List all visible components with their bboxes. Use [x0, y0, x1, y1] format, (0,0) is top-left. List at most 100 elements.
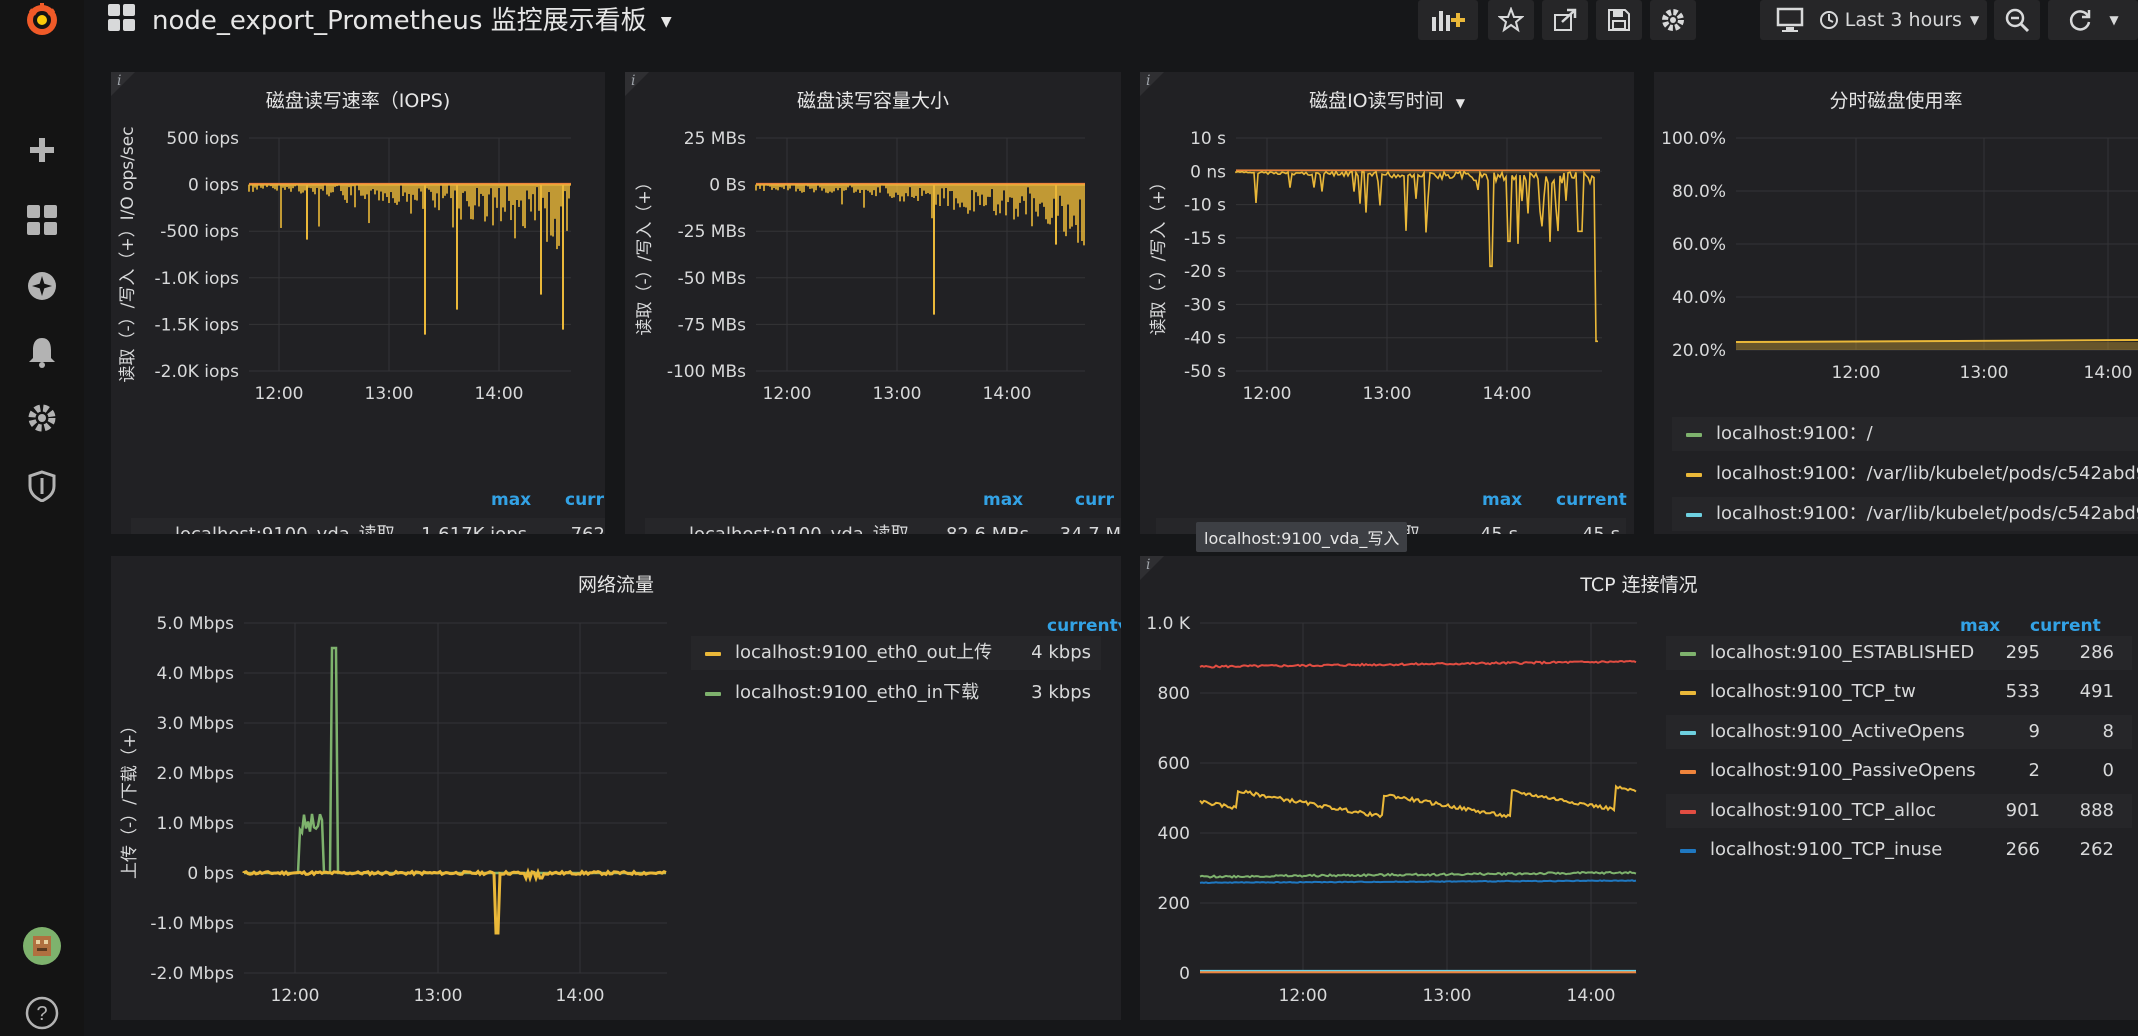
legend-color-swatch[interactable] [1686, 433, 1702, 437]
legend-row[interactable]: localhost:9100_eth0_in下载 3 kbps [691, 676, 1101, 710]
legend-column-header[interactable]: max [983, 490, 1023, 510]
legend-column-header[interactable]: curr [1075, 490, 1114, 510]
dashboard-title[interactable]: node_export_Prometheus 监控展示看板 ▼ [152, 0, 672, 37]
chart-tcp-connections[interactable]: 1.0 K 800 600 400 200 0 12:00 13:00 14:00 [1140, 556, 1660, 1020]
legend-row[interactable]: localhost:9100：/var/lib/kubelet/pods/c54… [1672, 457, 2138, 491]
legend-row[interactable]: localhost:9100：/var/lib/kubelet/pods/c54… [1672, 497, 2138, 531]
settings-button[interactable] [1650, 0, 1696, 40]
series-upload[interactable] [242, 867, 667, 935]
y-tick-label: -100 MBs [667, 362, 746, 382]
series-read[interactable] [755, 183, 1121, 340]
legend-series-name[interactable]: localhost:9100：/var/lib/kubelet/pods/c54… [1716, 457, 2138, 491]
legend-series-name[interactable]: localhost:9100：/var/lib/kubelet/pods/c54… [1716, 497, 2138, 531]
legend-color-swatch[interactable] [1680, 809, 1696, 814]
series-read[interactable] [1235, 169, 1600, 343]
legend-tcp-connections: max current localhost:9100_ESTABLISHED 295 2… [1666, 616, 2138, 876]
legend-row[interactable]: localhost:9100_PassiveOpens 2 0 [1666, 754, 2132, 788]
legend-series-name[interactable]: localhost:9100_TCP_inuse [1710, 833, 1942, 867]
series-tcp-alloc[interactable] [1199, 659, 1637, 669]
x-tick-label: 12:00 [1832, 363, 1881, 383]
series-tcp-tw[interactable] [1199, 784, 1637, 819]
panel-tcp-connections: i TCP 连接情况 1.0 K 800 600 400 200 0 12:00 13:00 1… [1140, 556, 2138, 1020]
legend-value-max: 45 s [1480, 518, 1518, 534]
add-panel-button[interactable] [1418, 0, 1478, 40]
y-tick-label: -500 iops [160, 222, 239, 242]
explore-icon[interactable] [22, 266, 62, 306]
legend-color-swatch[interactable] [1680, 849, 1696, 853]
y-tick-label: -1.5K iops [155, 315, 240, 335]
legend-row[interactable]: localhost:9100_ActiveOpens 9 8 [1666, 714, 2132, 749]
series-download[interactable] [244, 646, 666, 875]
legend-series-name[interactable]: localhost:9100_eth0_in下载 [735, 676, 979, 710]
legend-row[interactable]: localhost:9100_TCP_tw 533 491 [1666, 675, 2132, 709]
legend-column-header[interactable]: max [491, 490, 531, 510]
legend-color-swatch[interactable] [705, 652, 721, 656]
legend-series-name[interactable]: localhost:9100_vda_读取 [175, 518, 395, 534]
chart-disk-iops[interactable]: 500 iops 0 iops -500 iops -1.0K iops -1.5K i… [111, 72, 605, 412]
time-range-picker[interactable]: Last 3 hours ▼ [1811, 0, 1987, 40]
y-tick-label: -30 s [1184, 295, 1226, 315]
y-tick-label: 600 [1158, 754, 1190, 774]
series-line [1735, 339, 2138, 344]
x-tick-label: 14:00 [983, 384, 1032, 404]
x-tick-label: 14:00 [556, 986, 605, 1006]
legend-series-name[interactable]: localhost:9100_vda_读取 [689, 518, 909, 534]
plus-icon[interactable] [22, 130, 62, 170]
x-tick-label: 12:00 [1243, 384, 1292, 404]
share-button[interactable] [1542, 0, 1588, 40]
legend-row[interactable]: localhost:9100_vda_读取 1.617K iops 762 [131, 518, 605, 534]
zoom-out-button[interactable] [1994, 0, 2040, 40]
legend-series-name[interactable]: localhost:9100_ESTABLISHED [1710, 636, 1974, 670]
help-icon[interactable]: ? [22, 993, 62, 1033]
legend-row[interactable]: localhost:9100_TCP_alloc 901 888 [1666, 793, 2132, 828]
legend-color-swatch[interactable] [1680, 730, 1696, 735]
legend-series-name[interactable]: localhost:9100_TCP_tw [1710, 675, 1916, 709]
legend-color-swatch[interactable] [1680, 652, 1696, 656]
legend-color-swatch[interactable] [1686, 473, 1702, 477]
star-button[interactable] [1488, 0, 1534, 40]
legend-series-name[interactable]: localhost:9100_ActiveOpens [1710, 715, 1965, 749]
series-established[interactable] [1199, 870, 1637, 879]
dashboards-icon[interactable] [22, 200, 62, 240]
alerting-icon[interactable] [22, 332, 62, 372]
legend-value-current: 0 [2102, 760, 2114, 782]
grafana-logo[interactable] [22, 0, 62, 40]
series-read[interactable] [248, 183, 571, 335]
legend-row[interactable]: localhost:9100：/ [1672, 417, 2138, 451]
legend-value-current: 262 [2079, 839, 2114, 860]
legend-value-current: 762 [571, 518, 605, 534]
y-tick-label: 800 [1158, 684, 1190, 704]
shield-icon[interactable] [22, 466, 62, 506]
legend-column-header[interactable]: current [1556, 490, 1627, 510]
legend-series-name[interactable]: localhost:9100_TCP_alloc [1710, 794, 1936, 828]
legend-column-header[interactable]: current [2030, 616, 2101, 636]
series-line [1235, 169, 1598, 343]
legend-color-swatch[interactable] [1686, 513, 1702, 517]
series-tcp-inuse[interactable] [1199, 879, 1637, 884]
legend-column-header[interactable]: max [1482, 490, 1522, 510]
y-axis-label: 读取（-）/写入（+）I/O ops/sec [118, 126, 138, 382]
chart-disk-io-time[interactable]: 10 s 0 ns -10 s -15 s -20 s -30 s -40 s -50 s 12… [1140, 72, 1634, 412]
legend-series-name[interactable]: localhost:9100：/ [1716, 417, 1873, 451]
chart-disk-throughput[interactable]: 25 MBs 0 Bs -25 MBs -50 MBs -75 MBs -100 MBs 1… [625, 72, 1121, 412]
legend-row[interactable]: localhost:9100_eth0_out上传 4 kbps [691, 636, 1101, 670]
legend-column-header[interactable]: max [1960, 616, 2000, 636]
chart-disk-usage[interactable]: 100.0% 80.0% 60.0% 40.0% 20.0% 12:00 13:00 14:0… [1654, 72, 2138, 392]
legend-row[interactable]: localhost:9100_vda_读取 82.6 MBs 34.7 M [645, 518, 1121, 534]
legend-color-swatch[interactable] [1680, 770, 1696, 775]
legend-row[interactable]: localhost:9100_ESTABLISHED 295 286 [1666, 636, 2132, 670]
legend-column-header[interactable]: curr [565, 490, 604, 510]
save-button[interactable] [1596, 0, 1642, 40]
user-avatar[interactable] [22, 926, 62, 966]
refresh-button[interactable]: ▼ [2048, 0, 2138, 40]
legend-series-name[interactable]: localhost:9100_eth0_out上传 [735, 636, 992, 670]
legend-row[interactable]: localhost:9100_TCP_inuse 266 262 [1666, 833, 2132, 867]
legend-series-name[interactable]: localhost:9100_PassiveOpens [1710, 754, 1976, 788]
legend-value-current: 3 kbps [1031, 682, 1091, 703]
configuration-icon[interactable] [22, 398, 62, 438]
legend-color-swatch[interactable] [705, 692, 721, 696]
legend-value-max: 533 [2005, 681, 2040, 703]
legend-color-swatch[interactable] [1680, 691, 1696, 696]
legend-value-max: 82.6 MBs [946, 518, 1029, 534]
legend-column-header[interactable]: current▾ [1047, 616, 1121, 636]
